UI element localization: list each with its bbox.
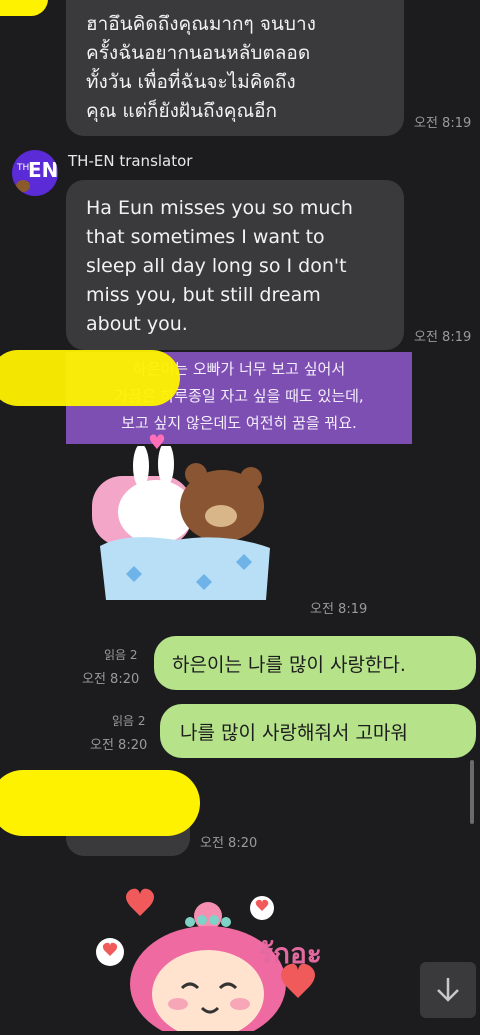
outgoing-message-bubble[interactable]: 하은이는 나를 많이 사랑한다. [154, 636, 476, 690]
outgoing-message-text: 하은이는 나를 많이 사랑한다. [172, 654, 406, 676]
translator-line: Ha Eun misses you so much [86, 197, 353, 219]
arrow-down-icon [437, 978, 459, 1002]
read-receipt: 읽음 2 [112, 714, 146, 728]
translator-line: miss you, but still dream [86, 284, 321, 306]
translator-line: about you. [86, 313, 188, 335]
sender-name: TH-EN translator [68, 152, 193, 170]
avatar-text: EN [28, 158, 58, 182]
thai-line: ฮาอึนคิดถึงคุณมากๆ จนบาง [86, 13, 316, 35]
timestamp: 오전 8:20 [82, 672, 140, 687]
timestamp: 오전 8:19 [414, 116, 472, 131]
sticker-caption: รักอะ [258, 937, 322, 970]
translator-line: that sometimes I want to [86, 226, 325, 248]
timestamp: 오전 8:19 [414, 330, 472, 345]
redaction-scribble [0, 770, 200, 836]
translator-message-text: Ha Eun misses you so much that sometimes… [86, 194, 396, 339]
bear-face-icon [16, 180, 30, 192]
korean-line: 보고 싶지 않은데도 여전히 꿈을 꿔요. [121, 414, 357, 432]
thai-line: ทั้งวัน เพื่อที่ฉันจะไม่คิดถึง [86, 71, 296, 93]
timestamp: 오전 8:20 [90, 738, 148, 753]
scroll-to-bottom-button[interactable] [420, 962, 476, 1018]
sticker-bunny-bear-bed[interactable] [86, 442, 276, 606]
redaction-scribble [0, 0, 48, 16]
outgoing-message-bubble[interactable]: 나를 많이 사랑해줘서 고마워 [160, 704, 476, 758]
timestamp: 오전 8:19 [310, 602, 368, 617]
translator-line: sleep all day long so I don't [86, 255, 347, 277]
read-receipt: 읽음 2 [104, 648, 138, 662]
heart-icon: ♥ [148, 430, 166, 454]
timestamp: 오전 8:20 [200, 836, 258, 851]
thai-line: ครั้งฉันอยากนอนหลับตลอด [86, 42, 311, 64]
thai-line: คุณ แต่ก็ยังฝันถึงคุณอีก [86, 100, 278, 122]
thai-message-text: ฮาอึนคิดถึงคุณมากๆ จนบาง ครั้งฉันอยากนอน… [86, 10, 396, 126]
scrollbar[interactable] [470, 760, 474, 824]
translator-avatar[interactable]: TH EN [12, 150, 58, 196]
redaction-scribble [0, 350, 180, 406]
outgoing-message-text: 나를 많이 사랑해줘서 고마워 [180, 722, 408, 744]
